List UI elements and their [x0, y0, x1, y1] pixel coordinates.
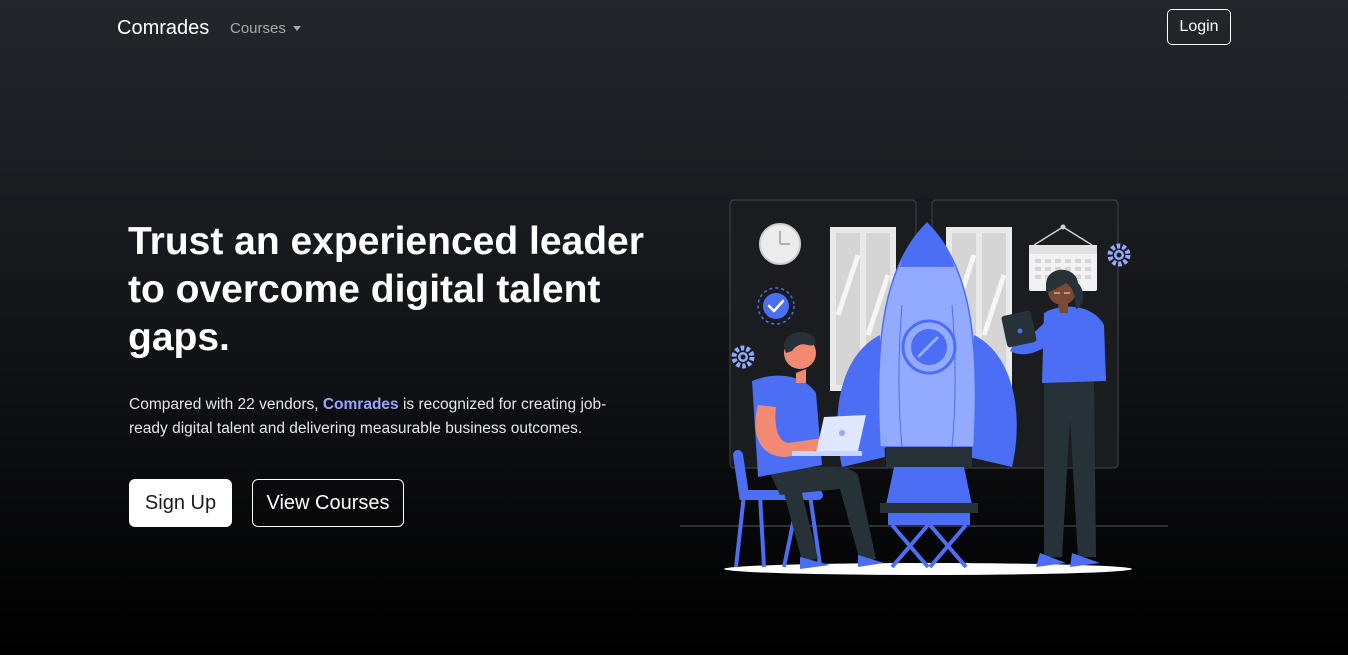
brand-logo[interactable]: Comrades — [117, 17, 209, 40]
sign-up-button[interactable]: Sign Up — [129, 479, 232, 527]
courses-dropdown[interactable]: Courses — [230, 20, 301, 37]
caret-down-icon — [292, 26, 301, 31]
courses-dropdown-label: Courses — [230, 20, 286, 37]
view-courses-button[interactable]: View Courses — [252, 479, 404, 527]
login-button[interactable]: Login — [1167, 9, 1231, 45]
clock-icon — [759, 223, 801, 265]
hero-illustration — [680, 199, 1168, 575]
navbar: Comrades Courses Login — [0, 0, 1348, 56]
hero-description: Compared with 22 vendors, Comrades is re… — [129, 393, 639, 441]
hero-description-brand: Comrades — [322, 396, 399, 413]
hero-title: Trust an experienced leader to overcome … — [128, 220, 644, 359]
hero-description-prefix: Compared with 22 vendors, — [129, 396, 323, 413]
